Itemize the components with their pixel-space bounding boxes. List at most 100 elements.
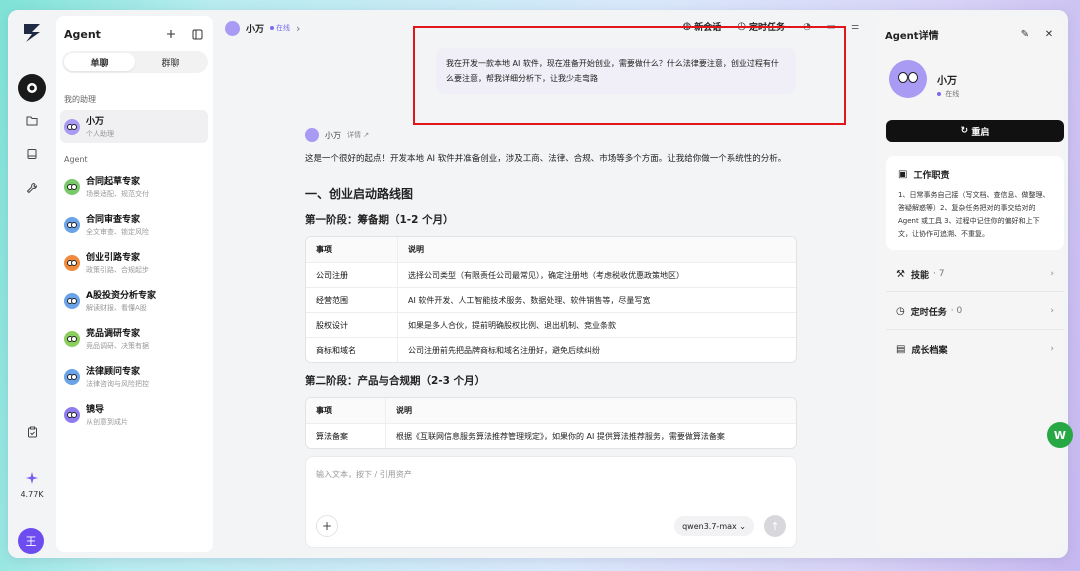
reply-detail-label: 详情 (347, 131, 361, 139)
skills-label: 技能 (910, 270, 929, 281)
library-nav-button[interactable] (18, 140, 46, 168)
agent-name: 合同起草专家 (86, 177, 141, 187)
tab-single-chat[interactable]: 单聊 (64, 53, 135, 71)
tasks-nav-button[interactable] (18, 418, 46, 446)
table-row: 股权设计 如果是多人合伙，提前明确股权比例、退出机制、竞业条款 (306, 312, 796, 337)
chat-nav-button[interactable] (18, 74, 46, 102)
send-button[interactable]: ↑ (764, 515, 786, 537)
reply-intro-text: 这是一个很好的起点！开发本地 AI 软件并准备创业，涉及工商、法律、合规、市场等… (305, 154, 787, 164)
clock-icon: ◷ (896, 305, 905, 317)
folder-icon (26, 116, 38, 125)
agent-desc: 法律咨询与风险把控 (86, 380, 149, 388)
table-cell: 股权设计 (306, 313, 398, 337)
arrow-up-icon: ↑ (770, 519, 780, 533)
agent-name: A股投资分析专家 (86, 291, 156, 301)
chevron-right-icon: › (1050, 306, 1054, 316)
settings-sliders-icon[interactable]: ⚌ (849, 21, 861, 33)
agent-item-contract-review[interactable]: 合同审查专家 全文审查、锁定风险 (60, 208, 208, 241)
highlight-annotation-box (413, 26, 846, 125)
agent-avatar (64, 178, 80, 195)
scheduled-tasks-row[interactable]: ◷ 定时任务 · 0 › (886, 296, 1064, 326)
phase-2-table: 事项 说明 算法备案 根据《互联网信息服务算法推荐管理规定》，如果你的 AI 提… (305, 397, 797, 449)
reply-agent-name: 小万 (325, 130, 341, 140)
agent-item-stock-analysis[interactable]: A股投资分析专家 解读财报、看懂A股 (60, 284, 208, 317)
chat-type-switch: 单聊 群聊 (62, 51, 208, 73)
my-assistant-item[interactable]: 小万 个人助理 (60, 110, 208, 143)
agent-name: 法律顾问专家 (86, 367, 141, 377)
tools-nav-button[interactable] (18, 174, 46, 202)
agent-desc: 场景适配、规范交付 (86, 190, 149, 198)
section-agents: Agent (64, 155, 88, 164)
add-icon[interactable] (163, 26, 179, 42)
chat-agent-name[interactable]: 小万 (246, 22, 264, 35)
model-select[interactable]: qwen3.7-max ⌄ (674, 516, 754, 536)
reply-detail-link[interactable]: 详情 ↗ (347, 130, 369, 140)
growth-label: 成长档案 (911, 345, 948, 356)
status-text: 在线 (276, 24, 291, 32)
table-row: 公司注册 选择公司类型（有限责任公司最常见），确定注册地（考虑税收优惠政策地区） (306, 262, 796, 287)
divider (886, 329, 1064, 330)
message-composer[interactable]: 输入文本，按下 / 引用资产 + qwen3.7-max ⌄ ↑ (305, 456, 797, 548)
agent-avatar (64, 292, 80, 309)
duty-card: ▣ 工作职责 1、日常事务自己接（写文档、查信息、做整理、答疑解惑等）2、复杂任务… (886, 156, 1064, 250)
table-cell: 公司注册前先把品牌商标和域名注册好，避免后续纠纷 (408, 345, 600, 355)
restart-button[interactable]: ↻ 重启 (886, 120, 1064, 142)
attach-button[interactable]: + (316, 515, 338, 537)
app-window: 4.77K 王 Agent 单聊 群聊 我的助理 小万 个人助理 Agent 合… (8, 10, 1068, 558)
skills-row[interactable]: ⚒ 技能 · 7 › (886, 259, 1064, 289)
phase-1-heading: 第一阶段：筹备期（1-2 个月） (305, 214, 454, 226)
agent-item-director[interactable]: 镜导 从创意到成片 (60, 398, 208, 431)
agent-name: 合同审查专家 (86, 215, 141, 225)
collapse-sidebar-icon[interactable] (189, 26, 205, 42)
panel-status-text: 在线 (945, 90, 960, 98)
plus-icon: + (321, 519, 333, 533)
assistant-avatar (64, 118, 80, 135)
agent-avatar (64, 368, 80, 385)
agent-item-competitor-research[interactable]: 竞品调研专家 竞品调研、决策有据 (60, 322, 208, 355)
wrench-icon (26, 182, 38, 194)
agent-desc: 个人助理 (86, 130, 114, 138)
status-badge: 在线 (270, 23, 290, 33)
agent-avatar (64, 254, 80, 271)
agent-item-startup-guide[interactable]: 创业引路专家 政策引路、合规起步 (60, 246, 208, 279)
edit-icon[interactable]: ✎ (1018, 27, 1032, 41)
composer-input[interactable]: 输入文本，按下 / 引用资产 (316, 469, 412, 480)
reply-heading-1: 一、创业启动路线图 (305, 187, 414, 201)
model-name: qwen3.7-max (682, 521, 737, 531)
close-icon[interactable]: ✕ (1042, 27, 1056, 41)
user-avatar[interactable]: 王 (18, 528, 44, 554)
panel-agent-name: 小万 (937, 76, 957, 87)
table-row: 经营范围 AI 软件开发、人工智能技术服务、数据处理、软件销售等，尽量写宽 (306, 287, 796, 312)
chevron-right-icon[interactable]: › (296, 22, 300, 35)
agent-desc: 竞品调研、决策有据 (86, 342, 149, 350)
table-row: 商标和域名 公司注册前先把品牌商标和域名注册好，避免后续纠纷 (306, 337, 796, 362)
table-cell: 经营范围 (306, 288, 398, 312)
agent-large-avatar (889, 60, 927, 98)
floating-assistant-button[interactable]: W (1047, 422, 1073, 448)
chat-agent-avatar (225, 20, 240, 36)
agent-item-contract-draft[interactable]: 合同起草专家 场景适配、规范交付 (60, 170, 208, 203)
table-cell: 选择公司类型（有限责任公司最常见），确定注册地（考虑税收优惠政策地区） (408, 270, 684, 280)
reply-avatar (305, 128, 319, 142)
agent-avatar (64, 406, 80, 423)
online-dot-icon (937, 92, 941, 96)
chat-main: 小万 在线 › ◍ 新会话 ◷ 定时任务 ◔ ▭ ⚌ 我在开发一款本地 AI 软件，… (213, 10, 873, 558)
growth-archive-row[interactable]: ▤ 成长档案 › (886, 334, 1064, 364)
table-header-cell: 说明 (408, 245, 424, 254)
chevron-down-icon: ⌄ (739, 521, 746, 531)
app-logo-icon (24, 24, 40, 42)
folder-nav-button[interactable] (18, 106, 46, 134)
agent-name: 竞品调研专家 (86, 329, 141, 339)
agent-item-legal-advisor[interactable]: 法律顾问专家 法律咨询与风险把控 (60, 360, 208, 393)
agent-name: 创业引路专家 (86, 253, 141, 263)
online-dot-icon (270, 26, 275, 30)
table-header-cell: 事项 (306, 237, 398, 262)
agent-sidebar: Agent 单聊 群聊 我的助理 小万 个人助理 Agent 合同起草专家 场景适… (56, 16, 213, 552)
chat-icon (27, 83, 37, 93)
sparkle-icon (26, 472, 38, 484)
reply-header: 小万 详情 ↗ (305, 128, 369, 142)
tab-group-chat[interactable]: 群聊 (135, 53, 206, 71)
table-cell: 商标和域名 (306, 338, 398, 362)
skills-count: · 7 (932, 269, 945, 279)
clipboard-icon (27, 426, 37, 438)
